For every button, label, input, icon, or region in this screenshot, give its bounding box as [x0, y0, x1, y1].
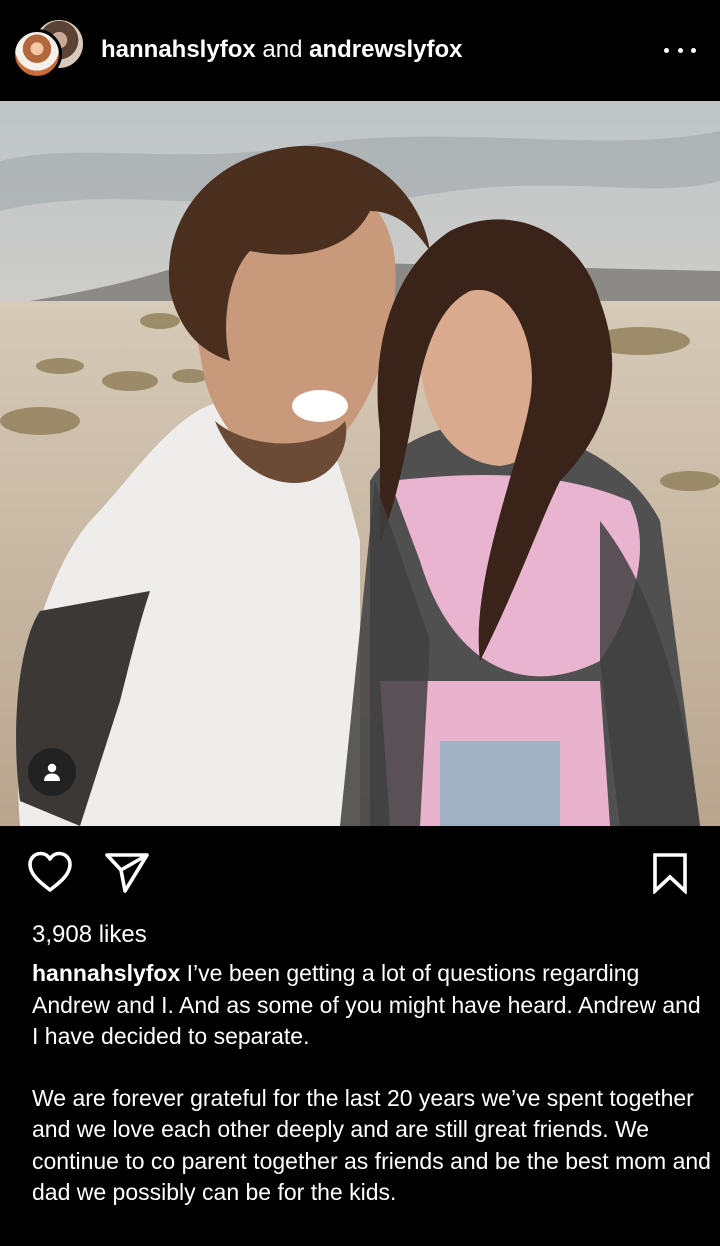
post-header: hannahslyfox and andrewslyfox [0, 0, 720, 100]
post-caption: hannahslyfox I’ve been getting a lot of … [32, 958, 712, 1209]
dual-avatar[interactable] [12, 17, 86, 83]
owner-joiner: and [255, 36, 310, 63]
owner-secondary-link[interactable]: andrewslyfox [309, 36, 462, 63]
bookmark-icon[interactable] [650, 852, 690, 894]
post-photo[interactable] [0, 101, 720, 826]
post-owners: hannahslyfox and andrewslyfox [101, 36, 462, 64]
owner-primary-link[interactable]: hannahslyfox [101, 36, 256, 63]
photo-illustration [0, 101, 720, 826]
action-bar [0, 826, 720, 916]
caption-username[interactable]: hannahslyfox [32, 960, 180, 986]
likes-count[interactable]: 3,908 likes [32, 920, 147, 950]
share-icon[interactable] [103, 850, 151, 894]
heart-icon[interactable] [26, 850, 74, 894]
more-options-icon[interactable] [664, 34, 696, 66]
avatar-primary[interactable] [12, 29, 62, 79]
caption-text-2: We are forever grateful for the last 20 … [32, 1084, 711, 1206]
user-tag-icon[interactable] [28, 748, 76, 796]
